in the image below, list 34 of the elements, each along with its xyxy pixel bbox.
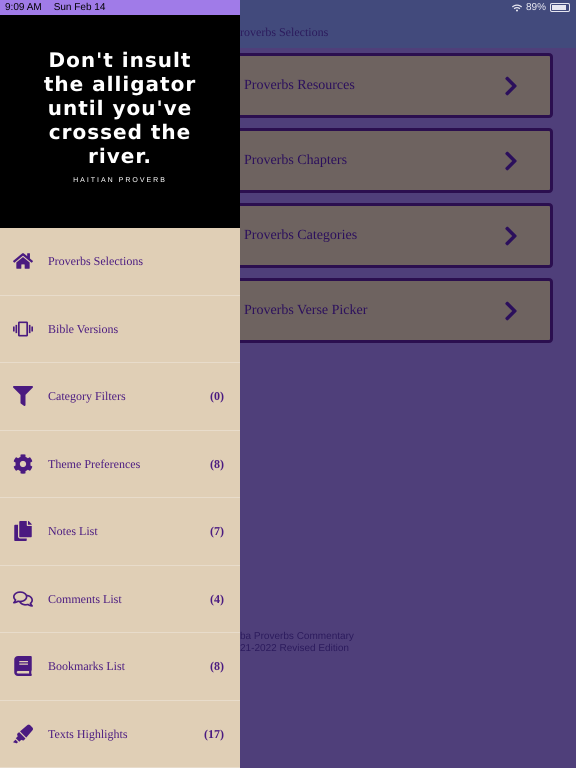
menu-label: Category Filters xyxy=(48,388,127,406)
menu-label: Texts Highlights xyxy=(48,726,128,743)
menu-item[interactable]: Theme Preferences (8) xyxy=(0,430,240,498)
menu-label: Bible Versions xyxy=(48,320,120,338)
status-time: 9:09 AM xyxy=(5,1,42,15)
menu-item[interactable]: Category Filters (0) xyxy=(0,363,240,430)
home-icon xyxy=(13,251,33,272)
battery-icon xyxy=(550,3,570,12)
speech-bubbles-icon xyxy=(13,588,33,609)
settings-icon xyxy=(13,454,33,474)
menu-label: Bookmarks List xyxy=(48,658,126,676)
quote-text: Don't insult the alligator until you've crossed the river. xyxy=(42,48,198,168)
menu-label: Proverbs Selections xyxy=(48,253,144,270)
menu-count: (8) xyxy=(210,456,224,473)
menu-label: Notes List xyxy=(48,523,99,540)
filter-icon xyxy=(13,386,33,406)
vibrating-phone-icon xyxy=(13,318,33,339)
menu-count: (0) xyxy=(210,388,224,406)
highlighter-icon xyxy=(13,724,33,744)
book-icon xyxy=(13,656,33,676)
menu-item[interactable]: Bookmarks List (8) xyxy=(0,633,240,700)
battery-percent: 89% xyxy=(526,1,546,15)
menu-count: (4) xyxy=(210,590,224,608)
menu-item[interactable]: Notes List (7) xyxy=(0,498,240,566)
menu-label: Comments List xyxy=(48,590,123,608)
menu-count: (8) xyxy=(210,658,224,676)
menu-label: Theme Preferences xyxy=(48,456,142,473)
menu-count: (17) xyxy=(204,726,224,743)
wifi-icon xyxy=(512,2,522,12)
status-date: Sun Feb 14 xyxy=(54,1,106,15)
menu-count: (7) xyxy=(210,523,224,540)
documents-icon xyxy=(13,521,33,542)
menu-item[interactable]: Comments List (4) xyxy=(0,566,240,633)
menu-item[interactable]: Texts Highlights (17) xyxy=(0,700,240,768)
